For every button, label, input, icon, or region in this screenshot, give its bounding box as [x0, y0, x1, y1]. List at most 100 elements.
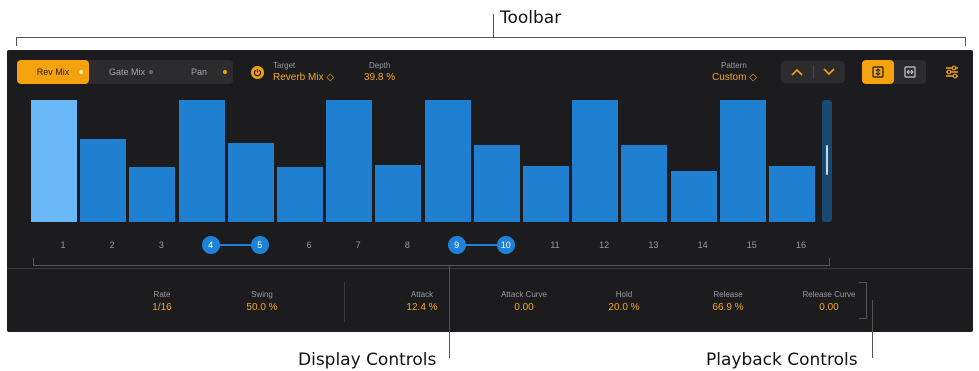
step-bar[interactable]: [473, 145, 520, 222]
toolbar: Rev Mix Gate Mix Pan Target Reverb Mix ◇…: [7, 50, 973, 94]
horizontal-resize-icon: [904, 66, 916, 78]
display-controls-callout: Display Controls: [298, 350, 437, 370]
vertical-scrollbar[interactable]: [822, 100, 832, 222]
step-number[interactable]: 13: [644, 236, 662, 254]
view-mode-group: [862, 60, 926, 84]
display-bracket-left: [33, 258, 34, 266]
chevron-up-icon: [791, 68, 803, 76]
step-bar[interactable]: [670, 171, 717, 222]
tab-gate-mix-label: Gate Mix: [108, 67, 145, 77]
param-value[interactable]: 66.9 %: [683, 302, 773, 313]
step-bars: [31, 100, 823, 222]
step-number[interactable]: 14: [694, 236, 712, 254]
step-number[interactable]: 4: [201, 236, 220, 254]
step-bar[interactable]: [31, 100, 77, 222]
tab-pan-label: Pan: [190, 67, 207, 77]
playback-controls-callout: Playback Controls: [706, 350, 858, 370]
param-rate[interactable]: Rate 1/16: [117, 290, 207, 313]
rev-mix-indicator-icon: [79, 70, 83, 74]
display-bracket: [33, 265, 829, 266]
display-bracket-stem: [449, 265, 450, 358]
param-release[interactable]: Release 66.9 %: [683, 290, 773, 313]
depth-value[interactable]: 39.8 %: [364, 72, 395, 83]
step-number[interactable]: 8: [398, 236, 416, 254]
step-number[interactable]: 12: [595, 236, 613, 254]
param-release-curve[interactable]: Release Curve 0.00: [784, 290, 874, 313]
step-number[interactable]: 6: [300, 236, 318, 254]
param-value[interactable]: 0.00: [784, 302, 874, 313]
pattern-selector[interactable]: Custom ◇: [712, 72, 757, 83]
step-number[interactable]: 2: [103, 236, 121, 254]
step-bar[interactable]: [621, 145, 668, 222]
param-label: Release: [713, 290, 743, 299]
param-value[interactable]: 20.0 %: [579, 302, 669, 313]
section-divider: [7, 268, 973, 269]
param-hold[interactable]: Hold 20.0 %: [579, 290, 669, 313]
param-label: Rate: [153, 290, 171, 299]
step-bar[interactable]: [424, 100, 471, 222]
playback-bracket: [866, 282, 867, 318]
param-value[interactable]: 1/16: [117, 302, 207, 313]
depth-label: Depth: [369, 61, 391, 70]
step-number[interactable]: 5: [250, 236, 269, 254]
scroll-thumb[interactable]: [826, 145, 828, 175]
param-attack-curve[interactable]: Attack Curve 0.00: [479, 290, 569, 313]
param-value[interactable]: 50.0 %: [217, 302, 307, 313]
param-swing[interactable]: Swing 50.0 %: [217, 290, 307, 313]
horizontal-zoom-button[interactable]: [894, 60, 926, 84]
step-number[interactable]: 15: [743, 236, 761, 254]
step-number[interactable]: 3: [152, 236, 170, 254]
step-bar[interactable]: [227, 143, 274, 222]
vertical-zoom-button[interactable]: [862, 60, 894, 84]
step-number[interactable]: 16: [792, 236, 810, 254]
playback-bracket-bottom: [859, 318, 867, 319]
playback-bracket-top: [859, 282, 867, 283]
gate-mix-indicator-icon: [149, 70, 153, 74]
tab-gate-mix[interactable]: Gate Mix: [91, 60, 163, 84]
settings-button[interactable]: [944, 64, 960, 80]
display-bracket-right: [829, 258, 830, 266]
step-bar[interactable]: [375, 165, 422, 222]
mix-segmented-control: Rev Mix Gate Mix Pan: [17, 60, 233, 84]
step-number[interactable]: 7: [349, 236, 367, 254]
toolbar-bracket-left: [16, 37, 17, 46]
toolbar-bracket-stem: [493, 14, 494, 38]
param-divider: [344, 282, 345, 322]
step-bar[interactable]: [277, 167, 323, 222]
sliders-icon: [946, 65, 958, 79]
step-bar[interactable]: [719, 100, 766, 222]
step-number[interactable]: 10: [496, 236, 515, 254]
step-bar[interactable]: [178, 100, 225, 222]
step-number[interactable]: 1: [54, 236, 72, 254]
step-bar[interactable]: [129, 167, 176, 222]
power-button[interactable]: [251, 66, 264, 79]
playback-bracket-stem: [872, 300, 873, 358]
power-icon: [253, 68, 262, 77]
step-bar[interactable]: [326, 100, 373, 222]
pan-indicator-icon: [223, 70, 227, 74]
step-bar[interactable]: [80, 139, 127, 222]
param-label: Release Curve: [802, 290, 856, 299]
param-label: Attack Curve: [501, 290, 547, 299]
step-bar[interactable]: [523, 166, 569, 222]
param-value[interactable]: 0.00: [479, 302, 569, 313]
tab-pan[interactable]: Pan: [165, 60, 233, 84]
target-selector[interactable]: Reverb Mix ◇: [273, 72, 334, 83]
tab-rev-mix-label: Rev Mix: [36, 67, 70, 77]
target-label: Target: [273, 61, 296, 70]
param-attack[interactable]: Attack 12.4 %: [377, 290, 467, 313]
previous-pattern-button[interactable]: [781, 61, 813, 83]
step-number[interactable]: 9: [447, 236, 466, 254]
vertical-resize-icon: [872, 66, 884, 78]
pattern-nav-group: [781, 61, 845, 83]
pattern-label: Pattern: [721, 61, 747, 70]
step-bar[interactable]: [572, 100, 619, 222]
step-bar[interactable]: [769, 166, 815, 222]
param-label: Attack: [410, 290, 434, 299]
next-pattern-button[interactable]: [813, 61, 845, 83]
tab-rev-mix[interactable]: Rev Mix: [17, 60, 89, 84]
step-fx-panel: Rev Mix Gate Mix Pan Target Reverb Mix ◇…: [7, 50, 973, 332]
param-value[interactable]: 12.4 %: [377, 302, 467, 313]
step-number[interactable]: 11: [546, 236, 564, 254]
param-label: Hold: [615, 290, 633, 299]
